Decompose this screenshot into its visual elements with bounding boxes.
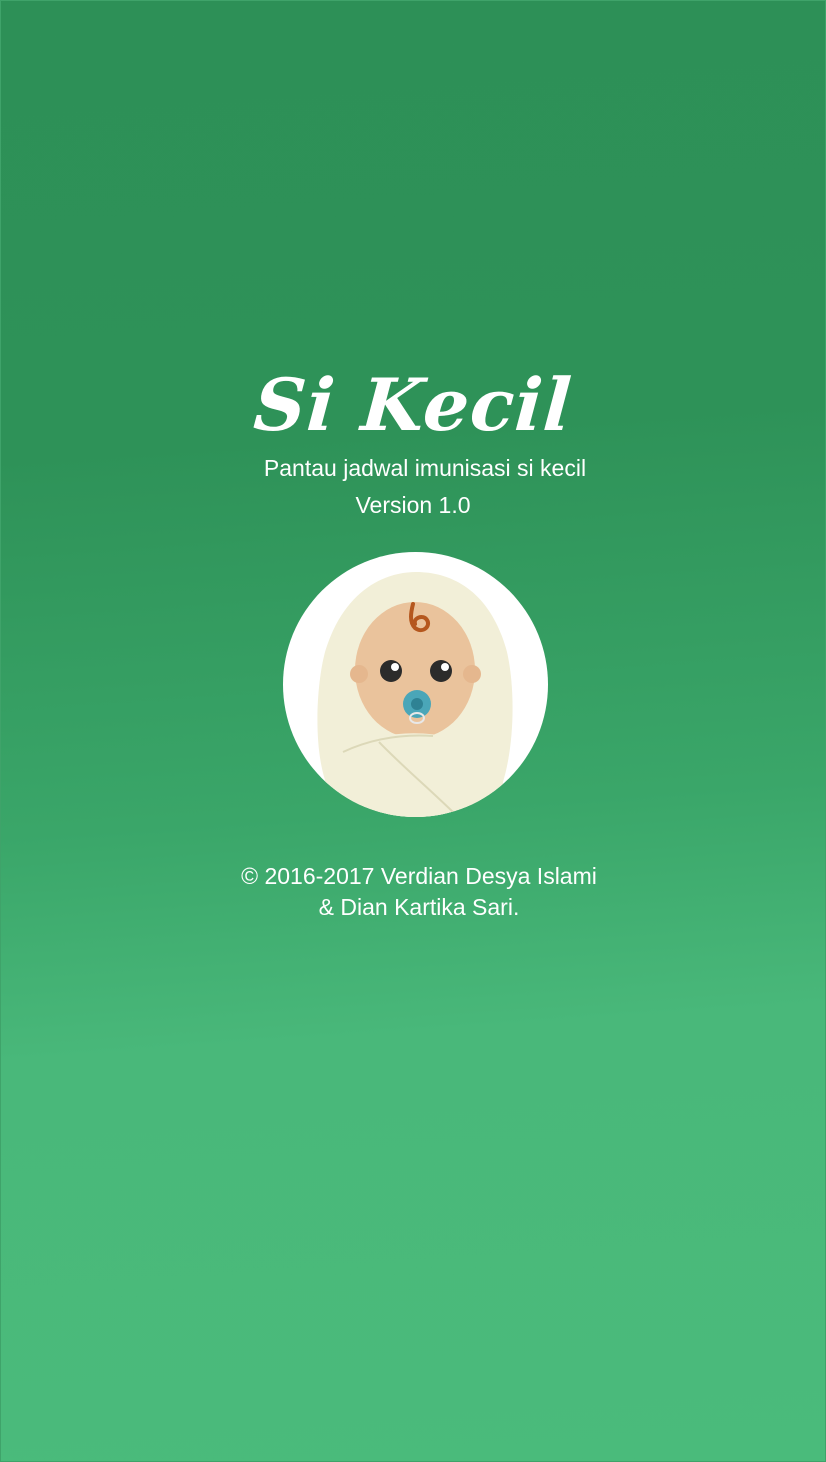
tagline: Pantau jadwal imunisasi si kecil [263, 455, 587, 481]
copyright-text: © 2016-2017 Verdian Desya Islami & Dian … [0, 861, 826, 923]
version-label: Version 1.0 [355, 492, 471, 518]
copyright-line-1: © 2016-2017 Verdian Desya Islami [241, 863, 597, 889]
baby-icon [283, 552, 548, 817]
app-title: Si Kecil [251, 362, 575, 447]
baby-logo [283, 552, 548, 817]
copyright-line-2: & Dian Kartika Sari. [318, 894, 520, 920]
